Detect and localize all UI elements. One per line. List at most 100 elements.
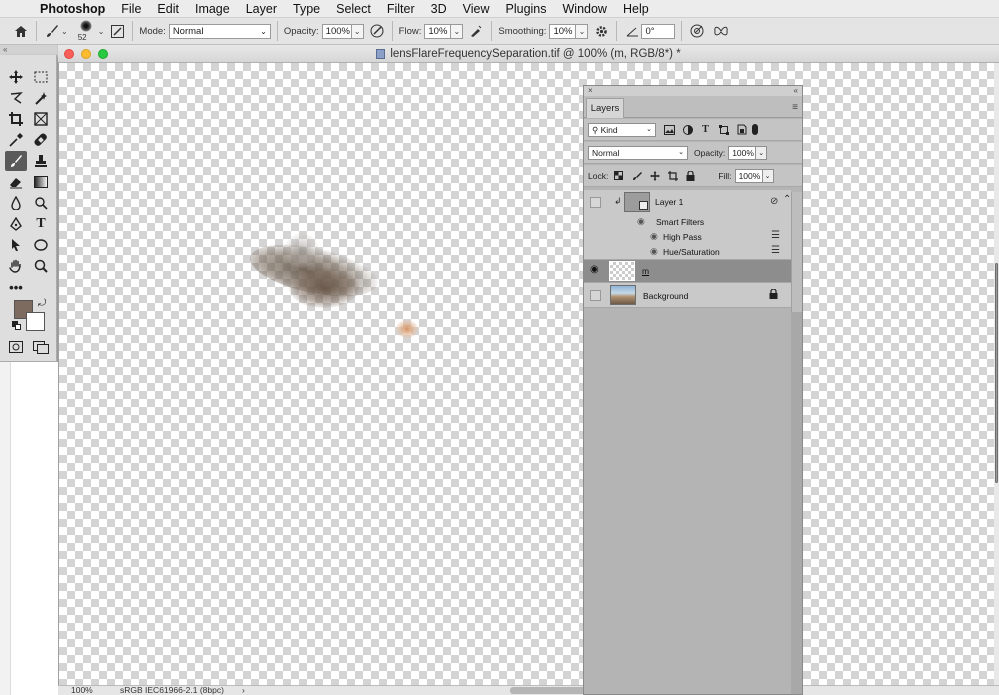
quick-mask-icon[interactable] [5, 337, 27, 357]
fill-input[interactable]: 100% [734, 168, 763, 183]
canvas[interactable] [59, 63, 994, 685]
opacity-dropdown-icon[interactable]: ⌄ [756, 145, 768, 160]
pressure-size-icon[interactable] [688, 22, 706, 40]
type-tool-icon[interactable]: T [30, 214, 52, 234]
menu-help[interactable]: Help [615, 0, 657, 18]
filter-blending-options-icon[interactable]: ☰ [771, 245, 780, 256]
filter-pixel-icon[interactable] [662, 123, 677, 137]
layers-scrollbar[interactable] [791, 192, 802, 312]
brush-tool-icon[interactable] [5, 151, 27, 171]
zoom-level[interactable]: 100% [71, 686, 93, 695]
lock-position-icon[interactable] [647, 169, 662, 183]
document-title-bar[interactable]: lensFlareFrequencySeparation.tif @ 100% … [58, 45, 999, 63]
close-window-button[interactable] [64, 49, 74, 59]
status-menu-arrow[interactable]: › [242, 686, 245, 695]
pressure-opacity-icon[interactable] [368, 22, 386, 40]
scroll-thumb[interactable] [995, 263, 998, 483]
smart-filter-options-icon[interactable]: ⊘ [770, 196, 778, 207]
tool-preset-dropdown-icon[interactable]: ⌄ [61, 27, 68, 36]
opacity-dropdown-icon[interactable]: ⌄ [351, 23, 364, 39]
angle-input[interactable]: 0° [641, 23, 676, 39]
visibility-toggle[interactable] [590, 197, 601, 208]
filter-shape-icon[interactable] [716, 123, 731, 137]
menu-plugins[interactable]: Plugins [498, 0, 555, 18]
move-tool-icon[interactable] [5, 67, 27, 87]
zoom-window-button[interactable] [98, 49, 108, 59]
horizontal-scroll-thumb[interactable] [510, 687, 590, 694]
eye-icon[interactable]: ◉ [650, 231, 658, 242]
eraser-icon[interactable] [5, 172, 27, 192]
lock-artboard-icon[interactable] [665, 169, 680, 183]
hand-tool-icon[interactable] [5, 256, 27, 276]
canvas-vertical-scrollbar[interactable] [994, 63, 999, 685]
menu-view[interactable]: View [455, 0, 498, 18]
eye-icon[interactable]: ◉ [590, 264, 599, 275]
lock-all-icon[interactable] [683, 169, 698, 183]
menu-layer[interactable]: Layer [238, 0, 285, 18]
eye-icon[interactable]: ◉ [637, 216, 645, 227]
home-icon[interactable] [12, 22, 30, 40]
brush-dropdown-icon[interactable]: ⌄ [98, 27, 105, 36]
visibility-toggle[interactable] [590, 290, 601, 301]
filter-hue-saturation[interactable]: Hue/Saturation [663, 247, 720, 257]
brush-preset-picker[interactable]: 52 [74, 19, 98, 43]
menu-edit[interactable]: Edit [149, 0, 187, 18]
eyedropper-icon[interactable] [5, 130, 27, 150]
marquee-tool-icon[interactable] [30, 67, 52, 87]
filter-adjustment-icon[interactable] [680, 123, 695, 137]
menu-file[interactable]: File [113, 0, 149, 18]
menu-app[interactable]: Photoshop [34, 0, 113, 18]
layer-opacity-input[interactable]: 100% [728, 145, 757, 160]
lasso-tool-icon[interactable] [5, 88, 27, 108]
menu-type[interactable]: Type [285, 0, 328, 18]
healing-brush-icon[interactable] [30, 130, 52, 150]
panel-menu-icon[interactable]: ≡ [792, 102, 798, 113]
eye-icon[interactable]: ◉ [650, 246, 658, 257]
zoom-tool-icon[interactable] [30, 256, 52, 276]
default-colors-icon[interactable] [12, 321, 22, 331]
swap-colors-icon[interactable]: ⤾ [38, 298, 46, 309]
magic-wand-icon[interactable] [30, 88, 52, 108]
filter-kind-select[interactable]: ⚲ Kind ⌄ [588, 122, 656, 137]
tools-panel-collapse[interactable]: « [0, 45, 57, 55]
pen-tool-icon[interactable] [5, 214, 27, 234]
smoothing-input[interactable]: 10% [549, 23, 577, 39]
filter-blending-options-icon[interactable]: ☰ [771, 230, 780, 241]
frame-tool-icon[interactable] [30, 109, 52, 129]
filter-type-icon[interactable]: T [698, 123, 713, 137]
background-color-swatch[interactable] [26, 312, 45, 331]
flow-dropdown-icon[interactable]: ⌄ [451, 23, 464, 39]
minimize-window-button[interactable] [81, 49, 91, 59]
tab-layers[interactable]: Layers [586, 98, 624, 118]
layer-row-layer-1[interactable]: ↲ Layer 1 ⊘ ⌃ ◉ Smart Filters ◉ High Pas… [584, 190, 791, 260]
brush-settings-icon[interactable] [108, 22, 126, 40]
menu-window[interactable]: Window [555, 0, 615, 18]
collapse-panel-icon[interactable]: « [794, 86, 798, 95]
filter-smart-object-icon[interactable] [734, 123, 749, 137]
fill-dropdown-icon[interactable]: ⌄ [762, 168, 774, 183]
menu-filter[interactable]: Filter [379, 0, 423, 18]
brush-tool-icon[interactable] [43, 22, 61, 40]
blend-mode-select[interactable]: Normal ⌄ [588, 145, 688, 160]
crop-tool-icon[interactable] [5, 109, 27, 129]
layer-row-m[interactable]: ◉ m [584, 260, 791, 283]
filter-high-pass[interactable]: High Pass [663, 232, 702, 242]
lock-image-pixels-icon[interactable] [629, 169, 644, 183]
menu-image[interactable]: Image [187, 0, 238, 18]
gear-icon[interactable] [592, 22, 610, 40]
flow-input[interactable]: 10% [424, 23, 452, 39]
mode-select[interactable]: Normal ⌄ [168, 23, 271, 39]
dodge-tool-icon[interactable] [30, 193, 52, 213]
clone-stamp-icon[interactable] [30, 151, 52, 171]
smoothing-dropdown-icon[interactable]: ⌄ [576, 23, 589, 39]
lock-transparent-pixels-icon[interactable] [611, 169, 626, 183]
close-panel-icon[interactable]: × [588, 86, 593, 95]
gradient-tool-icon[interactable] [30, 172, 52, 192]
airbrush-icon[interactable] [467, 22, 485, 40]
symmetry-butterfly-icon[interactable] [712, 22, 730, 40]
screen-mode-icon[interactable] [30, 337, 52, 357]
opacity-input[interactable]: 100% [321, 23, 352, 39]
filter-toggle-switch[interactable] [752, 124, 758, 135]
menu-3d[interactable]: 3D [423, 0, 455, 18]
ellipse-tool-icon[interactable] [30, 235, 52, 255]
